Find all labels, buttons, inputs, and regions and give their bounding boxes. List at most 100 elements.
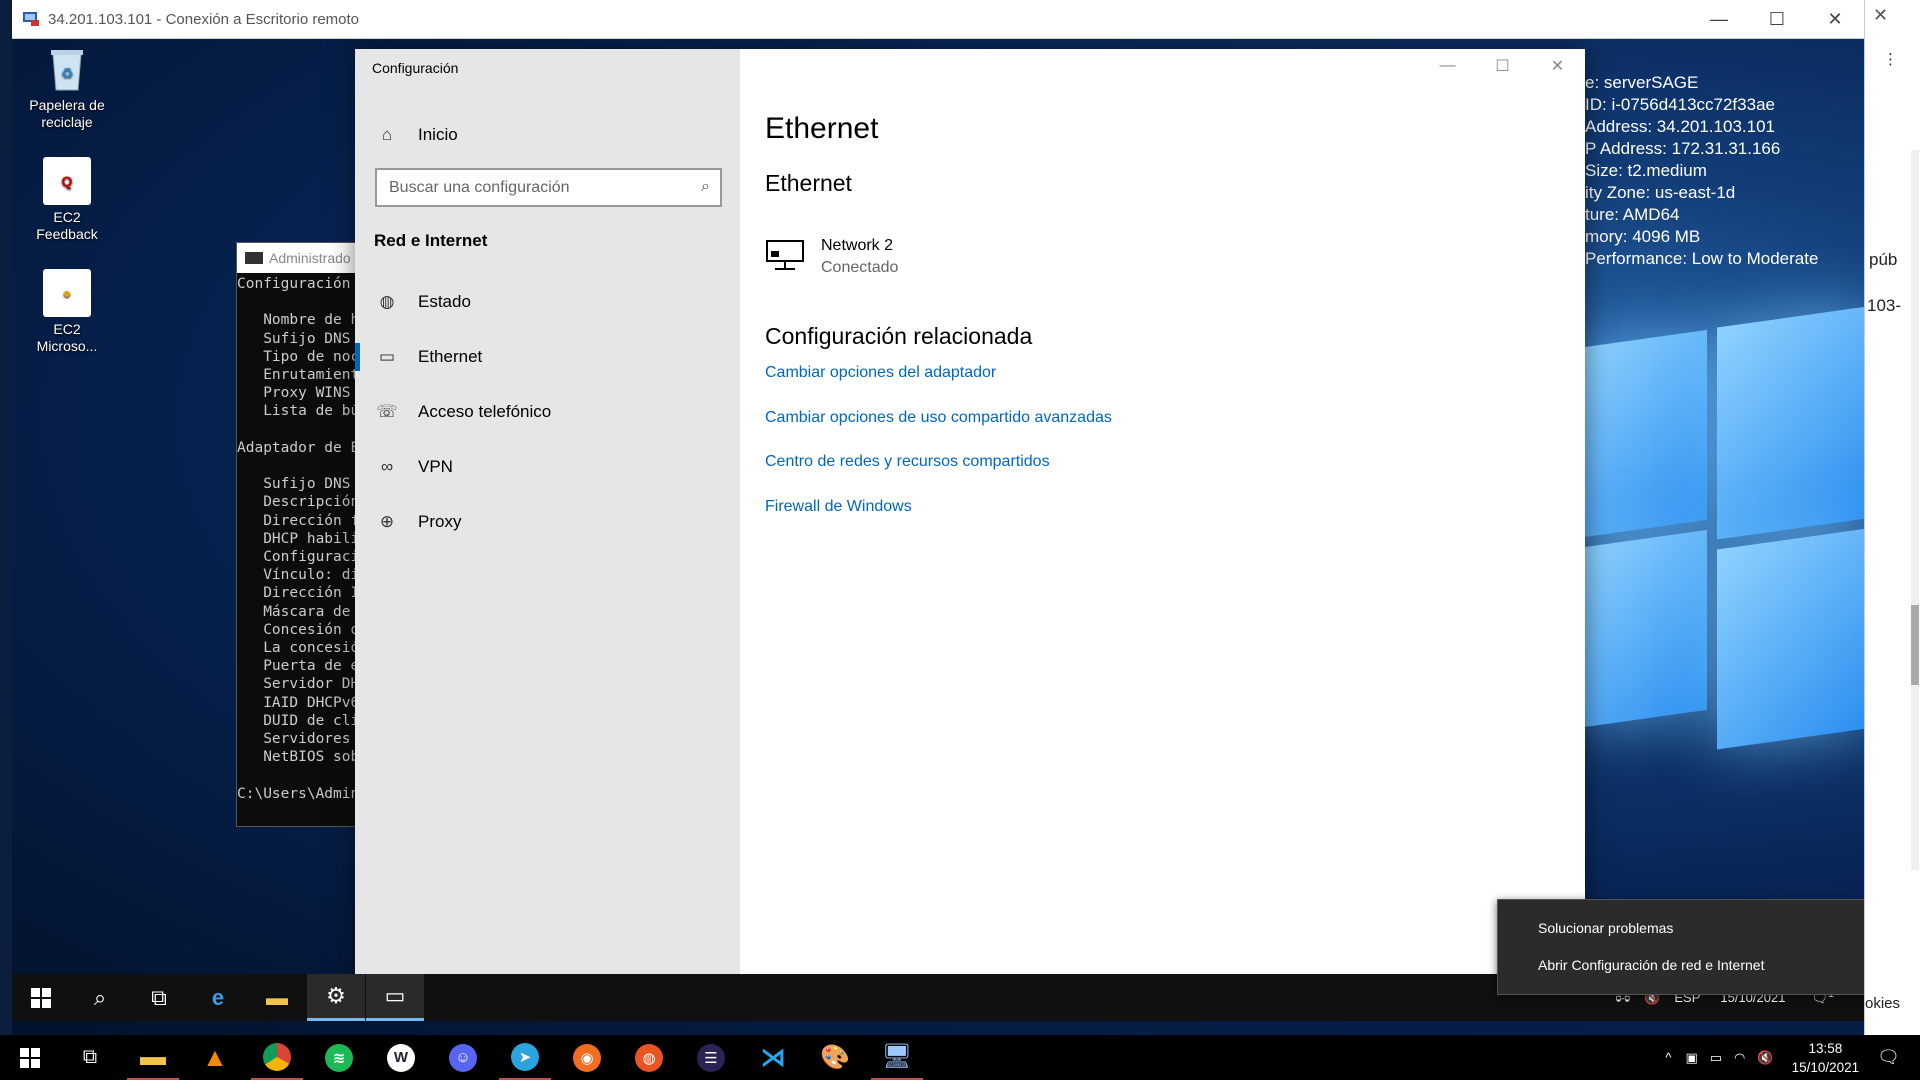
host-start-button[interactable] [4, 1035, 56, 1080]
info-line: Size: t2.medium [1585, 161, 1707, 180]
network-item[interactable]: Network 2 Conectado [765, 235, 898, 279]
cmd-title: Administrado [269, 250, 351, 266]
nav-item-estado[interactable]: ◍ Estado [355, 274, 740, 329]
rdp-title-bar: 34.201.103.101 - Conexión a Escritorio r… [12, 0, 1864, 39]
task-view-icon: ⧉ [151, 984, 167, 1010]
desktop-icon-label: EC2 Microso... [36, 321, 98, 354]
host-remote-desktop[interactable]: 🖥 [871, 1035, 923, 1080]
cookies-fragment: okies [1865, 995, 1901, 1012]
host-file-explorer[interactable]: ▬ [127, 1035, 179, 1080]
globe-status-icon: ◍ [379, 291, 395, 311]
nav-home[interactable]: ⌂ Inicio [355, 115, 740, 155]
nav-item-ethernet[interactable]: ▭ Ethernet [355, 329, 740, 384]
info-line: mory: 4096 MB [1585, 227, 1701, 246]
browser-scrollbar[interactable] [1911, 150, 1919, 870]
nav-item-vpn[interactable]: ∞ VPN [355, 439, 740, 494]
host-chrome[interactable] [251, 1035, 303, 1080]
telegram-icon: ➤ [511, 1042, 539, 1071]
orange-app-icon: ◉ [573, 1043, 601, 1072]
nav-item-acceso-telefonico[interactable]: ☏ Acceso telefónico [355, 384, 740, 439]
action-center-icon[interactable]: 🗨 [1877, 1047, 1900, 1068]
spotify-icon: ≋ [325, 1043, 353, 1072]
host-clock[interactable]: 13:58 15/10/2021 [1792, 1039, 1860, 1077]
host-system-tray: ^ ▣ ▭ ◠ 🔇 13:58 15/10/2021 🗨 [1665, 1035, 1920, 1080]
settings-sidebar: Configuración ⌂ Inicio Buscar una config… [355, 49, 740, 992]
host-time: 13:58 [1808, 1040, 1843, 1056]
start-button[interactable] [12, 974, 70, 1021]
page-title: Ethernet [765, 112, 879, 145]
desktop-icon-label: EC2 Feedback [36, 209, 98, 242]
host-paint[interactable]: 🎨 [809, 1035, 861, 1080]
settings-taskbar-button[interactable]: ⚙ [307, 974, 365, 1021]
host-app-orange[interactable]: ◉ [561, 1035, 613, 1080]
host-eclipse[interactable]: ☰ [685, 1035, 737, 1080]
vscode-icon: ⋊ [760, 1042, 786, 1072]
menu-item-troubleshoot[interactable]: Solucionar problemas [1498, 910, 1864, 947]
folder-icon: ▬ [140, 1041, 166, 1071]
task-view-icon: ⧉ [82, 1046, 98, 1068]
link-windows-firewall[interactable]: Firewall de Windows [765, 497, 1112, 542]
volume-muted-icon[interactable]: 🔇 [1757, 1050, 1773, 1066]
settings-search-input[interactable]: Buscar una configuración ⌕ [375, 168, 722, 207]
settings-nav-list: ◍ Estado ▭ Ethernet ☏ Acceso telefónico … [355, 274, 740, 549]
info-line: Performance: Low to Moderate [1585, 249, 1819, 268]
browser-menu-icon[interactable]: ⋮ [1883, 50, 1898, 68]
section-title: Red e Internet [374, 231, 488, 250]
rdp-window-title: 34.201.103.101 - Conexión a Escritorio r… [48, 10, 360, 28]
task-view-button[interactable]: ⧉ [130, 974, 188, 1021]
host-discord[interactable]: ☺ [437, 1035, 489, 1080]
host-task-view-button[interactable]: ⧉ [64, 1035, 116, 1080]
nav-item-label: Acceso telefónico [418, 401, 552, 421]
tray-security-icon[interactable]: ▣ [1685, 1050, 1697, 1066]
search-icon[interactable]: ⌕ [701, 178, 710, 196]
discord-icon: ☺ [449, 1043, 477, 1072]
link-adapter-options[interactable]: Cambiar opciones del adaptador [765, 363, 1112, 408]
desktop-icon-ec2-microsoft[interactable]: ● EC2 Microso... [22, 269, 112, 355]
settings-maximize-button[interactable]: ☐ [1475, 49, 1530, 83]
cmd-icon [245, 252, 263, 264]
host-ubuntu[interactable]: ◍ [623, 1035, 675, 1080]
rdp-minimize-button[interactable]: — [1690, 0, 1748, 38]
vpn-icon: ∞ [380, 456, 394, 476]
info-line: ID: i-0756d413cc72f33ae [1585, 95, 1775, 114]
file-explorer-button[interactable]: ▬ [248, 974, 306, 1021]
desktop-icon-ec2-feedback[interactable]: Q EC2 Feedback [22, 157, 112, 243]
host-spotify[interactable]: ≋ [313, 1035, 365, 1080]
dial-up-icon: ☏ [376, 401, 398, 421]
host-vlc[interactable]: ▲ [189, 1035, 241, 1080]
info-line: ture: AMD64 [1585, 205, 1680, 224]
settings-minimize-button[interactable]: — [1420, 49, 1475, 83]
link-advanced-sharing[interactable]: Cambiar opciones de uso compartido avanz… [765, 408, 1112, 453]
host-telegram[interactable]: ➤ [499, 1035, 551, 1080]
host-vscode[interactable]: ⋊ [747, 1035, 799, 1080]
eclipse-icon: ☰ [697, 1043, 725, 1072]
wifi-icon[interactable]: ◠ [1734, 1050, 1745, 1066]
internet-explorer-button[interactable]: e [189, 974, 247, 1021]
link-network-sharing-center[interactable]: Centro de redes y recursos compartidos [765, 452, 1112, 497]
battery-icon[interactable]: ▭ [1710, 1050, 1722, 1066]
desktop-icon-recycle-bin[interactable]: ♻ Papelera de reciclaje [22, 45, 112, 131]
scrollbar-thumb[interactable] [1911, 605, 1919, 685]
ethernet-subheading: Ethernet [765, 170, 852, 196]
related-settings-heading: Configuración relacionada [765, 323, 1033, 349]
rdp-close-button[interactable]: ✕ [1806, 0, 1864, 38]
cmd-taskbar-button[interactable]: ▭ [366, 974, 424, 1021]
app-w-icon: W [387, 1043, 415, 1072]
nav-item-proxy[interactable]: ⊕ Proxy [355, 494, 740, 549]
settings-close-button[interactable]: ✕ [1530, 49, 1585, 83]
search-button[interactable]: ⌕ [71, 974, 129, 1021]
settings-content: — ☐ ✕ Ethernet Ethernet Network 2 Conect… [740, 49, 1585, 992]
home-icon: ⌂ [381, 125, 393, 144]
menu-item-open-network-settings[interactable]: Abrir Configuración de red e Internet [1498, 947, 1864, 984]
browser-close-icon[interactable]: ✕ [1873, 5, 1888, 26]
rdp-maximize-button[interactable]: ☐ [1748, 0, 1806, 38]
network-status: Conectado [821, 259, 899, 276]
ec2-feedback-icon: Q [43, 157, 91, 205]
globe-icon: ⊕ [379, 511, 395, 531]
host-app-w[interactable]: W [375, 1035, 427, 1080]
instance-info-overlay: e: serverSAGE ID: i-0756d413cc72f33ae Ad… [1585, 72, 1818, 270]
tray-chevron-icon[interactable]: ^ [1665, 1050, 1671, 1065]
gear-icon: ⚙ [326, 983, 346, 1008]
nav-item-label: Proxy [418, 511, 462, 531]
settings-window: Configuración ⌂ Inicio Buscar una config… [355, 49, 1585, 992]
